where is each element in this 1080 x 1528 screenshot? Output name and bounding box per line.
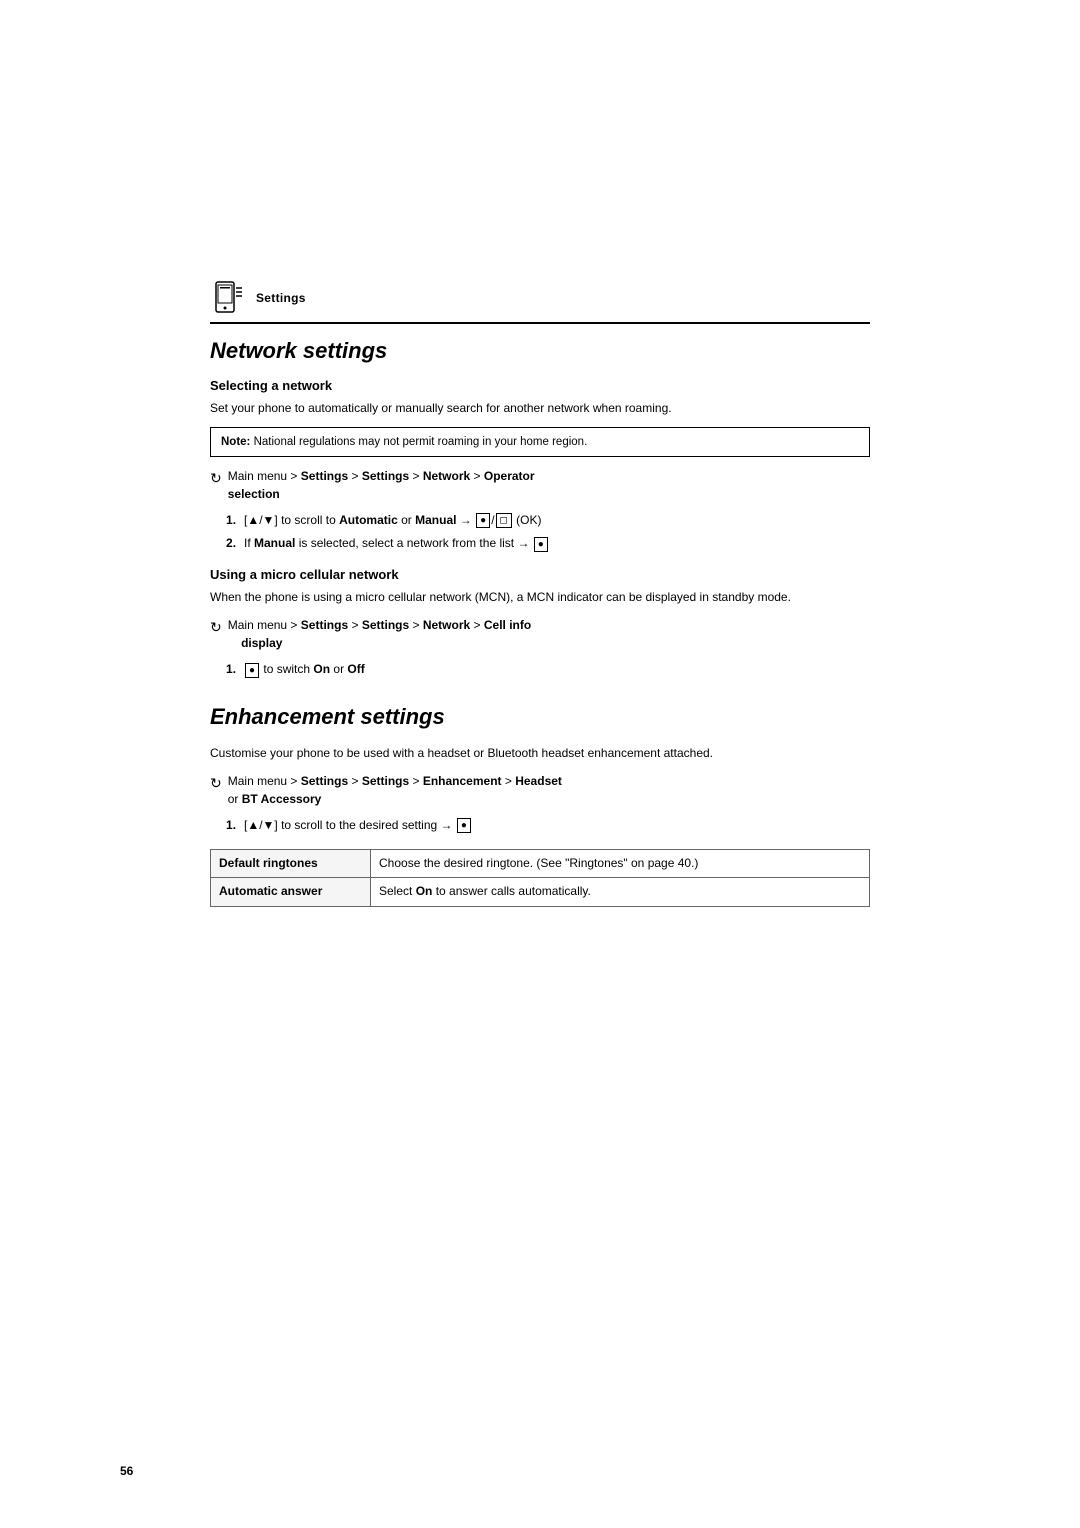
- step-1: [▲/▼] to scroll to Automatic or Manual →…: [226, 511, 870, 530]
- auto-answer-label: Automatic answer: [211, 878, 371, 906]
- enhancement-table: Default ringtones Choose the desired rin…: [210, 849, 870, 907]
- network-menu-path: ↻ Main menu > Settings > Settings > Netw…: [210, 467, 870, 503]
- menu-path-arrow-icon: ↻: [210, 468, 222, 489]
- selecting-network-subtitle: Selecting a network: [210, 378, 870, 393]
- note-box: Note: National regulations may not permi…: [210, 427, 870, 457]
- settings-icon: [210, 280, 246, 316]
- content-area: Settings Network settings Selecting a ne…: [90, 0, 990, 987]
- enhancement-arrow-icon: ↻: [210, 773, 222, 794]
- micro-cellular-subtitle: Using a micro cellular network: [210, 567, 870, 582]
- ok-btn-icon: ◻: [496, 513, 512, 528]
- table-row-auto-answer: Automatic answer Select On to answer cal…: [211, 878, 870, 906]
- step-2: If Manual is selected, select a network …: [226, 534, 870, 553]
- auto-answer-value: Select On to answer calls automatically.: [371, 878, 870, 906]
- table-row-ringtones: Default ringtones Choose the desired rin…: [211, 849, 870, 877]
- page-number: 56: [120, 1464, 133, 1478]
- page-container: Settings Network settings Selecting a ne…: [0, 0, 1080, 1528]
- enhancement-menu-path-text: Main menu > Settings > Settings > Enhanc…: [228, 772, 562, 808]
- enhancement-step-1: [▲/▼] to scroll to the desired setting →…: [226, 816, 870, 835]
- enhancement-menu-path: ↻ Main menu > Settings > Settings > Enha…: [210, 772, 870, 808]
- settings-label: Settings: [256, 291, 306, 305]
- cell-info-menu-path: ↻ Main menu > Settings > Settings > Netw…: [210, 616, 870, 652]
- selecting-network-steps: [▲/▼] to scroll to Automatic or Manual →…: [226, 511, 870, 553]
- enhancement-btn-icon: ●: [457, 818, 471, 833]
- enhancement-steps: [▲/▼] to scroll to the desired setting →…: [226, 816, 870, 835]
- cell-btn-icon: ●: [245, 663, 259, 678]
- cell-info-step-1: ● to switch On or Off: [226, 660, 870, 679]
- note-label: Note: National regulations may not permi…: [221, 436, 587, 448]
- enhancement-description: Customise your phone to be used with a h…: [210, 744, 870, 762]
- center-btn-icon: ●: [476, 513, 490, 528]
- micro-cellular-description: When the phone is using a micro cellular…: [210, 588, 870, 606]
- enhancement-settings-title: Enhancement settings: [210, 704, 870, 730]
- ringtones-label: Default ringtones: [211, 849, 371, 877]
- cell-info-arrow-icon: ↻: [210, 617, 222, 638]
- network-settings-title: Network settings: [210, 338, 870, 364]
- network-menu-path-text: Main menu > Settings > Settings > Networ…: [228, 467, 535, 503]
- selecting-network-description: Set your phone to automatically or manua…: [210, 399, 870, 417]
- ringtones-value: Choose the desired ringtone. (See "Ringt…: [371, 849, 870, 877]
- enhancement-table-body: Default ringtones Choose the desired rin…: [211, 849, 870, 906]
- cell-info-menu-path-text: Main menu > Settings > Settings > Networ…: [228, 616, 531, 652]
- note-text: National regulations may not permit roam…: [254, 436, 588, 448]
- settings-header: Settings: [210, 280, 870, 324]
- cell-info-steps: ● to switch On or Off: [226, 660, 870, 679]
- select-btn-icon: ●: [534, 537, 548, 552]
- note-bold-label: Note:: [221, 436, 250, 448]
